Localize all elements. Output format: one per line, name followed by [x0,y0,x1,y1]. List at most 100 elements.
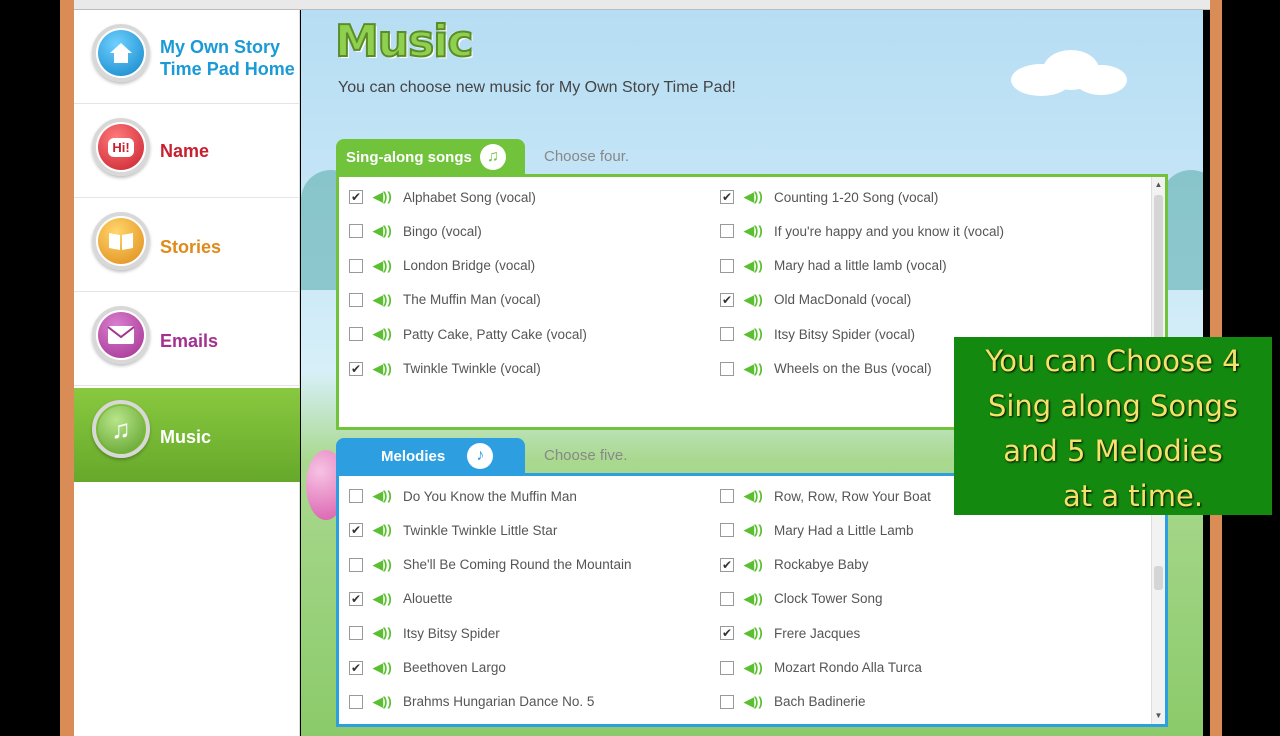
song-checkbox[interactable]: ✔ [349,591,363,606]
song-label: Alphabet Song (vocal) [403,189,536,205]
song-label: Alouette [403,591,453,607]
speaker-icon[interactable]: ◀)) [373,326,393,342]
song-checkbox[interactable]: ✔ [720,292,734,307]
speaker-icon[interactable]: ◀)) [373,258,393,274]
song-label: Mary Had a Little Lamb [774,522,914,538]
song-row: ◀)) London Bridge (vocal) [349,256,535,276]
speaker-icon[interactable]: ◀)) [744,625,764,641]
song-label: Counting 1-20 Song (vocal) [774,189,939,205]
song-checkbox[interactable] [349,327,363,342]
speaker-icon[interactable]: ◀)) [373,694,393,710]
song-row: ✔ ◀)) Counting 1-20 Song (vocal) [720,187,938,207]
speaker-icon[interactable]: ◀)) [744,258,764,274]
speaker-icon[interactable]: ◀)) [373,189,393,205]
song-label: If you're happy and you know it (vocal) [774,223,1004,239]
song-checkbox[interactable] [349,292,363,307]
scroll-up-icon[interactable]: ▲ [1152,179,1165,191]
tab-label: Sing-along songs [346,148,472,166]
song-label: Itsy Bitsy Spider [403,625,500,641]
speaker-icon[interactable]: ◀)) [744,522,764,538]
song-checkbox[interactable]: ✔ [349,190,363,204]
song-checkbox[interactable] [349,694,363,709]
speaker-icon[interactable]: ◀)) [744,488,764,504]
song-checkbox[interactable]: ✔ [720,626,734,641]
sidebar-item-stories[interactable]: Stories [74,198,300,292]
speaker-icon[interactable]: ◀)) [744,557,764,573]
song-checkbox[interactable] [349,224,363,239]
song-row: ✔ ◀)) Old MacDonald (vocal) [720,290,911,310]
sidebar-item-music[interactable]: ♫ Music [74,388,300,482]
speaker-icon[interactable]: ◀)) [744,326,764,342]
song-row: ◀)) Bingo (vocal) [349,221,482,241]
speaker-icon[interactable]: ◀)) [373,625,393,641]
song-checkbox[interactable]: ✔ [720,190,734,204]
page-subtitle: You can choose new music for My Own Stor… [338,79,736,96]
song-checkbox[interactable]: ✔ [349,660,363,675]
song-row: ✔ ◀)) Twinkle Twinkle Little Star [349,520,557,540]
sidebar-item-emails[interactable]: Emails [74,292,300,386]
speaker-icon[interactable]: ◀)) [373,223,393,239]
sidebar-item-name[interactable]: Hi! Name [74,104,300,198]
scrollbar-thumb[interactable] [1154,566,1163,590]
envelope-icon [92,306,150,364]
song-row: ✔ ◀)) Alouette [349,589,453,609]
song-row: ◀)) Do You Know the Muffin Man [349,486,577,506]
song-label: Itsy Bitsy Spider (vocal) [774,326,916,342]
song-label: Row, Row, Row Your Boat [774,488,931,504]
speaker-icon[interactable]: ◀)) [373,292,393,308]
song-checkbox[interactable]: ✔ [720,557,734,572]
caption-line: Sing along Songs [987,389,1239,423]
choose-instruction: Choose five. [544,447,628,464]
song-label: Do You Know the Muffin Man [403,488,577,504]
song-row: ✔ ◀)) Beethoven Largo [349,658,506,678]
speaker-icon[interactable]: ◀)) [373,660,393,676]
song-checkbox[interactable] [349,489,363,503]
speaker-icon[interactable]: ◀)) [744,223,764,239]
song-checkbox[interactable] [720,660,734,675]
song-checkbox[interactable] [720,694,734,709]
scroll-down-icon[interactable]: ▼ [1152,710,1165,722]
speaker-icon[interactable]: ◀)) [744,591,764,607]
sidebar-item-label: Music [160,427,212,447]
speaker-icon[interactable]: ◀)) [744,694,764,710]
speaker-icon[interactable]: ◀)) [373,522,393,538]
speaker-icon[interactable]: ◀)) [744,660,764,676]
song-row: ◀)) Wheels on the Bus (vocal) [720,359,932,379]
caption-line: You can Choose 4 [985,344,1241,378]
sidebar-item-label: Name [160,141,210,161]
song-checkbox[interactable] [720,224,734,239]
song-row: ◀)) Itsy Bitsy Spider (vocal) [720,324,915,344]
song-checkbox[interactable]: ✔ [349,361,363,376]
song-label: Patty Cake, Patty Cake (vocal) [403,326,587,342]
speaker-icon[interactable]: ◀)) [373,591,393,607]
song-row: ◀)) She'll Be Coming Round the Mountain [349,555,631,575]
choose-instruction: Choose four. [544,148,630,165]
cloud-icon [1011,50,1127,96]
sidebar-item-label: Time Pad Home [160,59,295,79]
home-icon [92,24,150,82]
song-checkbox[interactable] [720,489,734,503]
tab-melodies: Melodies ♪ [336,438,525,474]
song-checkbox[interactable] [720,258,734,273]
hi-speech-icon: Hi! [92,118,150,176]
speaker-icon[interactable]: ◀)) [373,557,393,573]
song-checkbox[interactable] [720,361,734,376]
song-row: ✔ ◀)) Frere Jacques [720,623,860,643]
book-icon [92,212,150,270]
song-row: ◀)) Itsy Bitsy Spider [349,623,500,643]
song-checkbox[interactable] [349,626,363,641]
song-checkbox[interactable] [720,523,734,538]
song-checkbox[interactable] [349,258,363,273]
speaker-icon[interactable]: ◀)) [744,292,764,308]
page-title: Music [334,15,474,68]
speaker-icon[interactable]: ◀)) [373,488,393,504]
speaker-icon[interactable]: ◀)) [744,361,764,377]
song-label: Mary had a little lamb (vocal) [774,258,947,274]
sidebar-item-home[interactable]: My Own Story Time Pad Home [74,10,300,104]
speaker-icon[interactable]: ◀)) [744,189,764,205]
song-checkbox[interactable] [720,327,734,342]
song-checkbox[interactable] [349,557,363,572]
song-checkbox[interactable] [720,591,734,606]
speaker-icon[interactable]: ◀)) [373,361,393,377]
song-checkbox[interactable]: ✔ [349,523,363,538]
